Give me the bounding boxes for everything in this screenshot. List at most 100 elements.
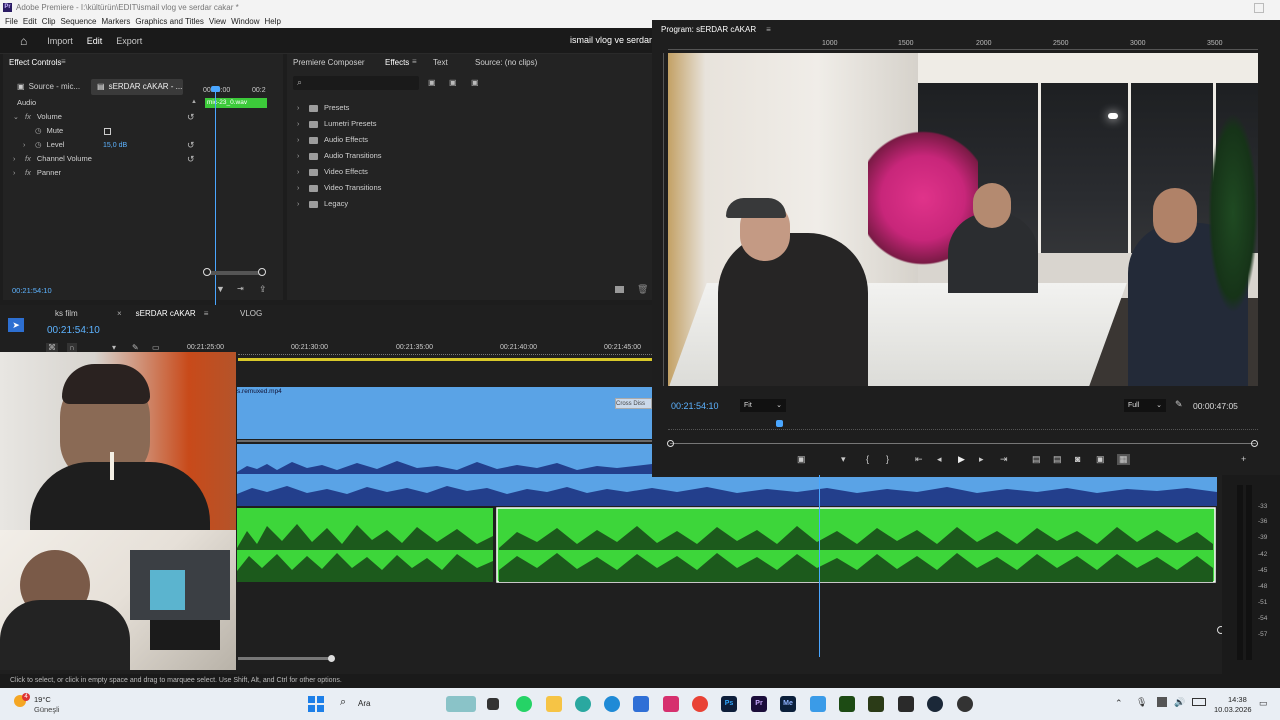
home-icon[interactable]: ⌂ xyxy=(20,34,27,48)
menu-help[interactable]: Help xyxy=(265,15,286,28)
mark-in-icon[interactable]: { xyxy=(866,454,869,464)
steam-icon[interactable] xyxy=(927,696,943,712)
chevron-down-icon[interactable]: ⌄ xyxy=(13,111,25,125)
edit-tab[interactable]: Edit xyxy=(87,36,103,46)
record-icon[interactable] xyxy=(957,696,973,712)
program-playhead[interactable] xyxy=(776,420,783,427)
work-area-bar[interactable] xyxy=(238,358,652,361)
stopwatch-icon[interactable]: ◷ xyxy=(35,140,42,149)
photos-icon[interactable] xyxy=(810,696,826,712)
sequence-tab[interactable]: ▤ sERDAR cAKAR - ... xyxy=(91,79,183,95)
filter-icon[interactable]: ▼ xyxy=(216,284,225,294)
channel-volume-row[interactable]: › fx Channel Volume xyxy=(13,152,203,166)
comparison-icon[interactable]: ▣ xyxy=(1096,454,1105,465)
search-input[interactable] xyxy=(309,78,413,88)
scroll-handle[interactable] xyxy=(328,655,335,662)
tab-vlog[interactable]: VLOG xyxy=(240,309,262,318)
network-icon[interactable] xyxy=(1157,697,1167,707)
close-window-button[interactable] xyxy=(1254,3,1264,13)
folder-video-effects[interactable]: › Video Effects xyxy=(297,164,382,180)
settings-wrench-icon[interactable]: ✎ xyxy=(1175,399,1183,410)
tab-serdar-cakar[interactable]: × sERDAR cAKAR ≡ xyxy=(117,309,208,318)
wrench-icon[interactable]: ✎ xyxy=(132,343,139,352)
program-timecode[interactable]: 00:21:54:10 xyxy=(671,401,719,411)
playhead-head[interactable] xyxy=(211,86,220,92)
snap-icon[interactable]: ⌘ xyxy=(46,343,58,352)
program-menu-icon[interactable]: ≡ xyxy=(766,25,771,34)
whatsapp-icon[interactable] xyxy=(516,696,532,712)
accelerated-effects-icon[interactable]: ▣ xyxy=(428,78,436,87)
selection-tool-icon[interactable]: ➤ xyxy=(8,318,24,332)
source-tab[interactable]: ▣ Source - mic... xyxy=(17,80,87,94)
folder-video-transitions[interactable]: › Video Transitions xyxy=(297,180,382,196)
zoom-handle-right[interactable] xyxy=(258,268,266,276)
terminal-icon[interactable] xyxy=(868,696,884,712)
go-to-out-icon[interactable]: ⇥ xyxy=(1000,454,1008,465)
folder-presets[interactable]: › Presets xyxy=(297,100,382,116)
start-button[interactable] xyxy=(308,696,324,712)
search-icon[interactable]: ⌕ xyxy=(340,696,346,709)
chevron-right-icon[interactable]: › xyxy=(297,149,309,165)
menu-sequence[interactable]: Sequence xyxy=(60,15,101,28)
program-title[interactable]: Program: sERDAR cAKAR ≡ xyxy=(661,25,771,34)
tray-chevron-icon[interactable]: ⌃ xyxy=(1115,698,1123,709)
menu-clip[interactable]: Clip xyxy=(42,15,61,28)
epic-games-icon[interactable] xyxy=(898,696,914,712)
premiere-icon[interactable]: Pr xyxy=(751,696,767,712)
delete-icon[interactable]: 🗑 xyxy=(637,284,648,295)
tab-source[interactable]: Source: (no clips) xyxy=(475,58,537,67)
chevron-right-icon[interactable]: › xyxy=(297,165,309,181)
scroll-up-icon[interactable]: ▲ xyxy=(191,99,197,105)
battery-icon[interactable] xyxy=(1192,698,1206,706)
camera-icon[interactable]: ◙ xyxy=(1075,454,1080,464)
close-icon[interactable]: × xyxy=(117,309,122,318)
program-vertical-scroll[interactable] xyxy=(1266,50,1274,400)
folder-lumetri-presets[interactable]: › Lumetri Presets xyxy=(297,116,382,132)
horizontal-scrollbar[interactable] xyxy=(238,657,333,660)
caption-icon[interactable]: ▭ xyxy=(152,343,160,352)
go-to-in-icon[interactable]: ⇤ xyxy=(915,454,923,465)
marker-icon[interactable]: ▾ xyxy=(112,343,116,352)
add-marker-icon[interactable]: ▾ xyxy=(841,454,846,465)
panel-menu-icon[interactable]: ≡ xyxy=(61,57,66,66)
folder-audio-transitions[interactable]: › Audio Transitions xyxy=(297,148,382,164)
zoom-handle-left[interactable] xyxy=(203,268,211,276)
32bit-effects-icon[interactable]: ▣ xyxy=(449,78,457,87)
transition-marker[interactable]: Cross Diss xyxy=(615,398,652,409)
file-explorer-icon[interactable] xyxy=(546,696,562,712)
chevron-right-icon[interactable]: › xyxy=(13,167,25,181)
export-tab[interactable]: Export xyxy=(116,36,142,46)
tab-ks-film[interactable]: ks film xyxy=(55,309,78,318)
chevron-right-icon[interactable]: › xyxy=(23,139,35,153)
edge-icon[interactable] xyxy=(604,696,620,712)
chevron-right-icon[interactable]: › xyxy=(297,197,309,213)
chevron-right-icon[interactable]: › xyxy=(297,117,309,133)
menu-file[interactable]: File xyxy=(5,15,23,28)
scrub-handle-right[interactable] xyxy=(1251,440,1258,447)
menu-window[interactable]: Window xyxy=(231,15,264,28)
taskbar-search[interactable]: Ara xyxy=(358,699,370,708)
effects-menu-icon[interactable]: ≡ xyxy=(412,57,417,66)
nvidia-icon[interactable] xyxy=(839,696,855,712)
task-view-icon[interactable] xyxy=(487,698,499,710)
reset-channel-icon[interactable]: ↺ xyxy=(187,154,195,165)
video-clip[interactable]: s.remuxed.mp4 Cross Diss xyxy=(237,387,652,439)
mute-checkbox[interactable] xyxy=(104,128,111,135)
step-forward-icon[interactable]: ▸ xyxy=(979,454,984,465)
program-scrub-bar[interactable] xyxy=(670,443,1256,444)
zoom-scrollbar[interactable] xyxy=(206,271,264,275)
media-encoder-icon[interactable]: Me xyxy=(780,696,796,712)
tab-premiere-composer[interactable]: Premiere Composer xyxy=(293,58,365,67)
timeline-timecode[interactable]: 00:21:54:10 xyxy=(47,325,100,336)
menu-graphics[interactable]: Graphics and Titles xyxy=(135,15,208,28)
volume-row[interactable]: ⌄ fx Volume xyxy=(13,110,203,124)
stopwatch-icon[interactable]: ◷ xyxy=(35,126,42,135)
program-video-frame[interactable] xyxy=(668,53,1258,386)
audio-clip-green[interactable] xyxy=(237,506,1217,586)
add-button-icon[interactable]: + xyxy=(1241,454,1246,464)
program-time-ruler[interactable] xyxy=(668,422,1258,430)
new-bin-icon[interactable] xyxy=(615,286,624,293)
search-box[interactable]: ⌕ xyxy=(293,76,419,90)
tab-effects[interactable]: Effects xyxy=(385,58,409,67)
folder-audio-effects[interactable]: › Audio Effects xyxy=(297,132,382,148)
